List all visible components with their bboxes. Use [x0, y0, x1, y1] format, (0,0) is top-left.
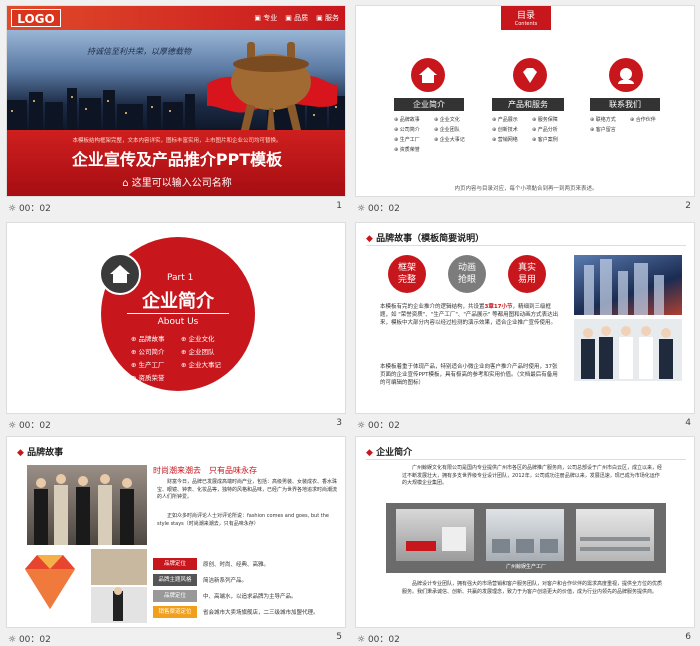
office-photo-2	[486, 509, 564, 561]
section-subtitle: About Us	[157, 317, 199, 327]
slide6-paragraph-2: 品牌设计专业团队，拥有强大的市场营销和客户服务团队，对客户和合作伙伴的需求高度重…	[402, 581, 663, 595]
contents-head-3: 联系我们	[590, 98, 660, 111]
diamond-marker-icon: ◆	[366, 448, 373, 458]
feature-circle-3: 真实 易用	[508, 255, 546, 293]
home-icon: ⌂	[122, 178, 129, 189]
slide-thumbnail-2[interactable]: 目录 Contents 企业简介 产品和服务 联系我们 ⊕ 品牌故事 ⊕ 企业文化…	[355, 5, 695, 215]
city-night-image	[574, 255, 682, 315]
slide-thumbnail-5[interactable]: ◆ 品牌故事 时尚潮来潮去 只有品味永存 财富今日，品牌已发展成高端时尚产业，包…	[6, 436, 346, 646]
model-photo-1	[91, 549, 147, 585]
slide5-title: ◆ 品牌故事	[17, 448, 64, 458]
slide6-paragraph-1: 广州鲸娱文化有限公司是国内专业提供广州市各区的品牌推广服务商，公司总部设于广州市…	[402, 465, 663, 486]
slide4-paragraph-2: 本模板着重于体现产品，特别适合小微企业向客户推介产品时使用，37张页面的企业宣传…	[380, 364, 558, 386]
positioning-row: 品牌定位 中、高端水，以追求品牌为主导产品。	[153, 589, 343, 603]
slide1-title: 企业宣传及产品推介PPT模板	[71, 150, 283, 169]
team-photo	[574, 319, 682, 381]
slide5-text-1: 财富今日，品牌已发展成高端时尚产业，包括：高级男装、女装成衣、香水珠宝、眼镜、钟…	[157, 479, 338, 500]
slide-meta-6: ☼ 00：02 6	[357, 632, 691, 645]
slide-thumbnail-1[interactable]: LOGO ▣ 专业 ▣ 品质 ▣ 服务 持诚信至利共荣，以厚德载物 本模板结构框…	[6, 5, 346, 215]
diamond-marker-icon: ◆	[366, 234, 373, 244]
square-icon: ▣	[285, 14, 292, 22]
square-icon: ▣	[316, 14, 323, 22]
slide-meta-2: ☼ 00：02 2	[357, 201, 691, 214]
positioning-row: 品牌主题风格 简洁新系列产品。	[153, 573, 343, 587]
positioning-row: 品牌定位 原创、时尚、经典、高雅。	[153, 557, 343, 571]
slide-meta-3: ☼ 00：02 3	[8, 418, 342, 431]
logo: LOGO	[11, 9, 61, 27]
contents-head-2: 产品和服务	[492, 98, 564, 111]
tagline: 时尚潮来潮去 只有品味永存	[153, 466, 257, 475]
contents-list-3: ⊕ 联络方式 ⊕ 合作伙伴 ⊕ 客户留言	[590, 117, 656, 133]
section-list: ⊕ 品牌故事 ⊕ 企业文化 ⊕ 公司简介 ⊕ 企业团队 ⊕ 生产工厂 ⊕ 企业大事记 …	[131, 335, 222, 382]
timer-icon: ☼	[357, 204, 366, 214]
red-diamond-image	[15, 549, 85, 621]
positioning-table: 品牌定位 原创、时尚、经典、高雅。 品牌主题风格 简洁新系列产品。 品牌定位 中…	[153, 557, 343, 619]
office-photo-3	[576, 509, 654, 561]
timer-icon: ☼	[8, 421, 17, 431]
factory-photo-strip: 广州鲸娱生产工厂	[386, 503, 666, 573]
slide-meta-1: ☼ 00：02 1	[8, 201, 342, 214]
title-divider	[127, 313, 229, 314]
slide1-nav: ▣ 专业 ▣ 品质 ▣ 服务	[254, 14, 339, 22]
positioning-row: 销售渠道定位 省会城市大卖场旗舰店，二三级城市加盟代理。	[153, 605, 343, 619]
slogan: 持诚信至利共荣，以厚德载物	[87, 47, 191, 56]
part-label: Part 1	[167, 273, 194, 283]
slide-meta-5: ☼ 00：02 5	[8, 632, 342, 645]
slide4-title: ◆ 品牌故事（模板简要说明）	[366, 234, 485, 244]
contents-head-1: 企业简介	[394, 98, 464, 111]
slide6-title: ◆ 企业简介	[366, 448, 413, 458]
slide4-paragraph-1: 本模板有完的企业推介的逻辑结构，共设置3章17小节，精细到三级框题，如 "荣誉资…	[380, 304, 559, 326]
headset-icon	[609, 58, 643, 92]
feature-circle-1: 框架 完整	[388, 255, 426, 293]
feature-circle-2: 动画 抢眼	[448, 255, 486, 293]
diamond-marker-icon: ◆	[17, 448, 24, 458]
diamond-icon	[513, 58, 547, 92]
slide-thumbnail-6[interactable]: ◆ 企业简介 广州鲸娱文化有限公司是国内专业提供广州市各区的品牌推广服务商，公司…	[355, 436, 695, 646]
office-photo-1	[396, 509, 474, 561]
contents-list-2: ⊕ 产品展示 ⊕ 服务保障 ⊕ 创新技术 ⊕ 产品分析 ⊕ 营销网络 ⊕ 客户案例	[492, 117, 558, 143]
factory-caption: 广州鲸娱生产工厂	[505, 564, 546, 570]
contents-footer: 内页内容与目录对应，每个小项黏合到再一到两页来表述。	[454, 186, 598, 192]
contents-list-1: ⊕ 品牌故事 ⊕ 企业文化 ⊕ 公司简介 ⊕ 企业团队 ⊕ 生产工厂 ⊕ 企业大事记 …	[394, 117, 465, 153]
contents-tab: 目录 Contents	[501, 6, 551, 30]
timer-icon: ☼	[8, 635, 17, 645]
slide-thumbnail-4[interactable]: ◆ 品牌故事（模板简要说明） 框架 完整 动画 抢眼 真实 易用 本模板有完的企…	[355, 222, 695, 432]
timer-icon: ☼	[8, 204, 17, 214]
timer-icon: ☼	[357, 635, 366, 645]
square-icon: ▣	[254, 14, 262, 22]
slide5-text-2: 正如众多时尚评论人士对评论所说：fashion comes and goes, …	[157, 513, 329, 527]
model-photo-2	[91, 587, 147, 623]
slide-thumbnail-3[interactable]: Part 1 企业简介 About Us ⊕ 品牌故事 ⊕ 企业文化 ⊕ 公司简介…	[6, 222, 346, 432]
section-title: 企业简介	[142, 291, 214, 312]
company-name-line: ⌂ 这里可以输入公司名称	[122, 178, 232, 189]
slide1-small-text: 本模板结构框架完整，文本内容详实，图标丰富实用，上市图片和企业公司均可替换。	[72, 138, 282, 144]
timer-icon: ☼	[357, 421, 366, 431]
bronze-cauldron-image	[207, 42, 337, 132]
slide-meta-4: ☼ 00：02 4	[357, 418, 691, 431]
fashion-group-photo	[27, 465, 147, 545]
home-icon	[411, 58, 445, 92]
